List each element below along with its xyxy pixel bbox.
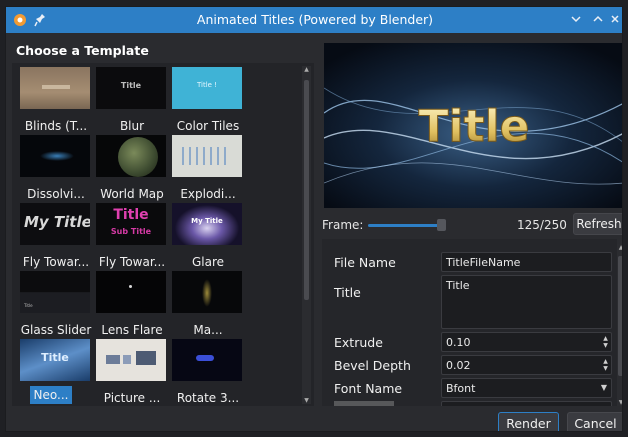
template-grid: Blinds (T... Title Blur Title ! Color Ti… (12, 63, 314, 406)
preview-title-text: Title (418, 101, 529, 152)
extrude-value: 0.10 (446, 336, 471, 349)
frame-label: Frame: (322, 218, 364, 232)
template-label: Fly Towar... (22, 255, 90, 269)
template-label: Glare (191, 255, 225, 269)
minimize-icon[interactable] (566, 9, 586, 29)
template-label: Rotate 3... (176, 391, 240, 405)
template-thumbnail (172, 271, 242, 313)
scrollbar-handle[interactable] (304, 80, 309, 300)
template-label: World Map (100, 187, 164, 201)
partial-field[interactable] (441, 401, 612, 406)
bevel-depth-value: 0.02 (446, 359, 471, 372)
scroll-up-icon[interactable]: ▲ (303, 66, 310, 73)
choose-template-heading: Choose a Template (16, 43, 149, 58)
template-label: Blur (119, 119, 145, 133)
template-label: Glass Slider (20, 323, 92, 337)
properties-scrollbar[interactable]: ▲ ▼ (617, 244, 622, 406)
font-name-select[interactable]: Bfont ▼ (441, 378, 612, 398)
chevron-down-icon: ▼ (600, 383, 607, 392)
template-label: Fly Towar... (98, 255, 166, 269)
template-thumbnail (96, 339, 166, 381)
spin-arrows-icon[interactable]: ▲ ▼ (602, 358, 609, 372)
template-thumbnail: My Title (172, 203, 242, 245)
title-bar: Animated Titles (Powered by Blender) (6, 7, 622, 33)
font-name-label: Font Name (334, 381, 403, 396)
title-label: Title (334, 285, 361, 300)
template-scrollbar[interactable]: ▲ ▼ (302, 66, 311, 404)
template-thumbnail (20, 135, 90, 177)
scrollbar-handle[interactable] (618, 256, 622, 376)
extrude-label: Extrude (334, 335, 383, 350)
template-thumbnail: Title (20, 271, 90, 313)
template-label: Neo... (30, 386, 72, 404)
template-thumbnail: Title Sub Title (96, 203, 166, 245)
file-name-label: File Name (334, 255, 396, 270)
template-thumbnail: Title (96, 67, 166, 109)
template-thumbnail: Title (20, 339, 90, 381)
frame-controls: Frame: 125/250 Refresh (322, 213, 622, 237)
spin-arrows-icon[interactable]: ▲ ▼ (602, 335, 609, 349)
template-thumbnail (96, 135, 166, 177)
frame-slider-handle[interactable] (437, 219, 446, 231)
scroll-down-icon[interactable]: ▼ (617, 399, 622, 406)
title-textarea[interactable]: Title (441, 275, 612, 329)
template-thumbnail (172, 135, 242, 177)
file-name-input[interactable]: TitleFileName (441, 252, 612, 272)
template-label: Blinds (T... (24, 119, 88, 133)
template-thumbnail (96, 271, 166, 313)
template-label: Picture ... (103, 391, 161, 405)
close-icon[interactable] (605, 9, 622, 29)
bevel-depth-label: Bevel Depth (334, 358, 411, 373)
template-thumbnail (20, 67, 90, 109)
render-button[interactable]: Render (498, 412, 559, 431)
template-label: Lens Flare (101, 323, 163, 337)
template-thumbnail: Title ! (172, 67, 242, 109)
frame-slider-track[interactable] (368, 224, 442, 227)
frame-count: 125/250 (517, 218, 567, 232)
template-thumbnail (172, 339, 242, 381)
window-title: Animated Titles (Powered by Blender) (196, 12, 434, 27)
template-label: Explodi... (180, 187, 236, 201)
cancel-button[interactable]: Cancel (567, 412, 622, 431)
template-thumbnail: My Title (20, 203, 90, 245)
partial-label (334, 401, 394, 406)
template-label: Dissolvi... (27, 187, 85, 201)
template-label: Ma... (193, 323, 223, 337)
font-name-value: Bfont (446, 382, 476, 395)
dialog-window: Animated Titles (Powered by Blender) Cho… (5, 6, 623, 432)
properties-panel: File Name TitleFileName Title Title Extr… (322, 239, 617, 406)
refresh-button[interactable]: Refresh (573, 213, 622, 235)
scroll-down-icon[interactable]: ▼ (303, 397, 310, 404)
scroll-up-icon[interactable]: ▲ (617, 244, 622, 251)
extrude-input[interactable]: 0.10 ▲ ▼ (441, 332, 612, 352)
preview-image: Title (324, 43, 622, 208)
bevel-depth-input[interactable]: 0.02 ▲ ▼ (441, 355, 612, 375)
template-label: Color Tiles (176, 119, 240, 133)
